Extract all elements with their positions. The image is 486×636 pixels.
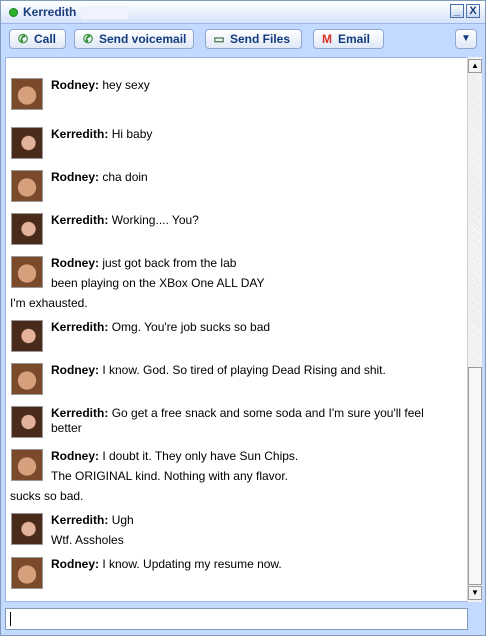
chat-window: Kerredith _ X ✆ Call ✆ Send voicemail ▭ … [0, 0, 486, 636]
avatar-rodney [11, 363, 43, 395]
avatar-rodney [11, 256, 43, 288]
online-status-icon [9, 8, 18, 17]
more-options-button[interactable]: ▼ [455, 29, 477, 49]
avatar-kerredith [11, 127, 43, 159]
message-text: Ugh [111, 513, 134, 527]
sender-name: Kerredith: [51, 513, 109, 527]
scroll-down-arrow-icon[interactable]: ▼ [468, 586, 482, 600]
sender-name: Rodney: [51, 78, 99, 92]
message-text: hey sexy [102, 78, 150, 92]
message-text: I know. God. So tired of playing Dead Ri… [102, 363, 386, 377]
sender-name: Rodney: [51, 557, 99, 571]
call-button[interactable]: ✆ Call [9, 29, 66, 49]
chat-message: Rodney: cha doin [51, 170, 451, 184]
avatar-rodney [11, 78, 43, 110]
toolbar: ✆ Call ✆ Send voicemail ▭ Send Files M E… [1, 24, 485, 54]
message-input[interactable] [5, 608, 468, 630]
sender-name: Rodney: [51, 449, 99, 463]
call-label: Call [34, 32, 57, 46]
message-text: I doubt it. They only have Sun Chips. [102, 449, 299, 463]
sender-name: Rodney: [51, 170, 99, 184]
chat-message: Kerredith: Go get a free snack and some … [51, 406, 451, 420]
scroll-up-arrow-icon[interactable]: ▲ [468, 59, 482, 73]
window-title: Kerredith [23, 5, 77, 19]
avatar-kerredith [11, 406, 43, 438]
message-wrapped-line: sucks so bad. [10, 489, 84, 503]
avatar-kerredith [11, 320, 43, 352]
chat-message: Rodney: I know. God. So tired of playing… [51, 363, 451, 377]
minimize-button[interactable]: _ [450, 4, 464, 18]
sender-name: Rodney: [51, 363, 99, 377]
message-wrapped-line: I'm exhausted. [10, 296, 88, 310]
email-button[interactable]: M Email [313, 29, 384, 49]
message-text: I know. Updating my resume now. [102, 557, 282, 571]
sender-name: Rodney: [51, 256, 99, 270]
sender-name: Kerredith: [51, 213, 109, 227]
chat-message: Rodney: just got back from the lab [51, 256, 451, 270]
voicemail-phone-icon: ✆ [82, 32, 94, 46]
close-button[interactable]: X [466, 4, 480, 18]
message-text: just got back from the lab [102, 256, 237, 270]
chat-message: Rodney: I know. Updating my resume now. [51, 557, 451, 571]
avatar-rodney [11, 449, 43, 481]
chat-message: Kerredith: Hi baby [51, 127, 451, 141]
phone-icon: ✆ [17, 32, 29, 46]
text-caret [10, 612, 11, 626]
avatar-rodney [11, 170, 43, 202]
sender-name: Kerredith: [51, 127, 109, 141]
chevron-down-icon: ▼ [461, 33, 471, 44]
message-text: Go get a free snack and some soda and I'… [111, 406, 424, 420]
chat-message: Rodney: hey sexy [51, 78, 451, 92]
avatar-rodney [11, 557, 43, 589]
message-continuation: better [51, 421, 82, 435]
chat-message: Rodney: I doubt it. They only have Sun C… [51, 449, 451, 463]
avatar-kerredith [11, 513, 43, 545]
scrollbar-thumb[interactable] [468, 367, 482, 585]
message-text: Working.... You? [111, 213, 199, 227]
sender-name: Kerredith: [51, 320, 109, 334]
chat-message: Kerredith: Omg. You're job sucks so bad [51, 320, 451, 334]
gmail-icon: M [322, 32, 332, 46]
chat-scrollbar[interactable]: ▲ ▼ [467, 57, 482, 602]
redacted-area [81, 6, 129, 19]
message-continuation: Wtf. Assholes [51, 533, 124, 547]
chat-message: Kerredith: Ugh [51, 513, 451, 527]
email-label: Email [338, 32, 371, 46]
send-files-label: Send Files [230, 32, 291, 46]
files-icon: ▭ [213, 32, 225, 46]
message-continuation: been playing on the XBox One ALL DAY [51, 276, 265, 290]
title-bar: Kerredith _ X [1, 1, 485, 24]
sender-name: Kerredith: [51, 406, 109, 420]
chat-message: Kerredith: Working.... You? [51, 213, 451, 227]
chat-log[interactable]: Rodney: hey sexy Kerredith: Hi baby Rodn… [5, 57, 469, 602]
message-continuation: The ORIGINAL kind. Nothing with any flav… [51, 469, 288, 483]
message-text: Hi baby [111, 127, 153, 141]
send-voicemail-button[interactable]: ✆ Send voicemail [74, 29, 194, 49]
send-voicemail-label: Send voicemail [99, 32, 187, 46]
message-text: Omg. You're job sucks so bad [111, 320, 271, 334]
avatar-kerredith [11, 213, 43, 245]
send-files-button[interactable]: ▭ Send Files [205, 29, 302, 49]
message-text: cha doin [102, 170, 148, 184]
